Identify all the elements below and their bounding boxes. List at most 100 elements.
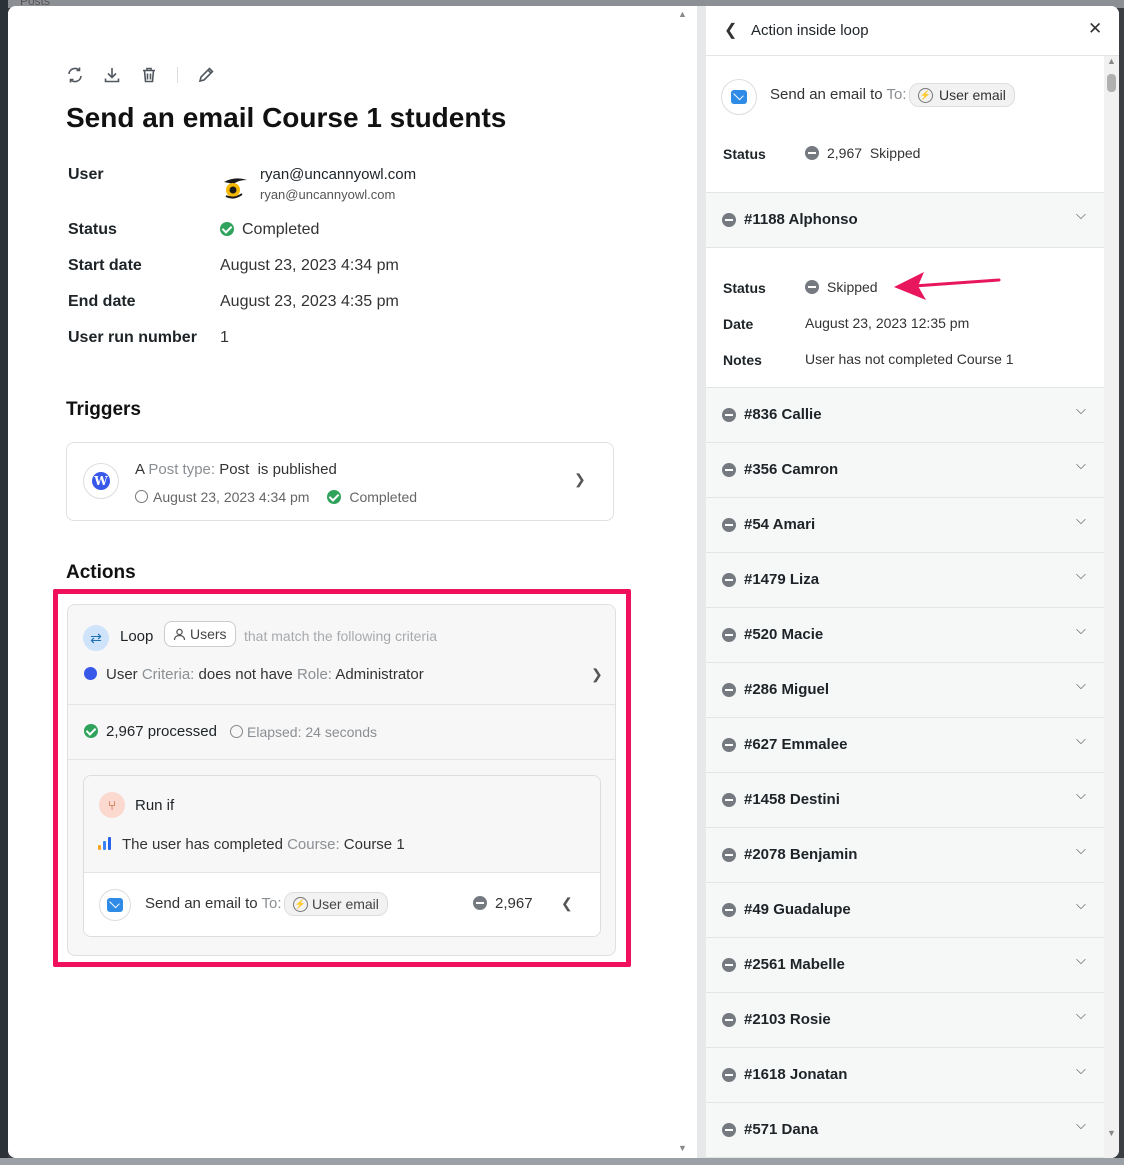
chevron-down-icon[interactable]: ⌵ xyxy=(1076,512,1086,528)
list-item[interactable]: #520 Macie ⌵ xyxy=(706,608,1104,663)
trigger-a: A xyxy=(135,461,145,478)
item-name: #2103 Rosie xyxy=(744,1011,831,1028)
email-icon xyxy=(107,898,123,912)
trash-icon[interactable] xyxy=(140,66,158,84)
chevron-down-icon[interactable]: ⌵ xyxy=(1076,1062,1086,1078)
scroll-thumb[interactable] xyxy=(1107,74,1116,92)
status-label: Status xyxy=(68,221,117,238)
item-name: #286 Miguel xyxy=(744,681,830,698)
run-details-pane: Send an email Course 1 students User rya… xyxy=(8,6,691,1158)
trigger-post-type-value: Post xyxy=(219,461,250,478)
loop-pill-label: Users xyxy=(190,626,227,642)
list-item-expanded[interactable]: #1188 Alphonso ⌵ xyxy=(706,193,1104,248)
list-item[interactable]: #356 Camron ⌵ xyxy=(706,443,1104,498)
panel-title: Action inside loop xyxy=(751,22,869,39)
chevron-down-icon[interactable]: ⌵ xyxy=(1076,787,1086,803)
back-chevron-icon[interactable]: ❮ xyxy=(724,20,737,40)
chevron-down-icon[interactable]: ⌵ xyxy=(1076,1007,1086,1023)
list-item[interactable]: #2103 Rosie ⌵ xyxy=(706,993,1104,1048)
chevron-down-icon[interactable]: ⌵ xyxy=(1076,402,1086,418)
detail-notes-label: Notes xyxy=(723,352,762,368)
list-item[interactable]: #49 Guadalupe ⌵ xyxy=(706,883,1104,938)
chevron-down-icon[interactable]: ⌵ xyxy=(1076,897,1086,913)
item-name: #2078 Benjamin xyxy=(744,846,858,863)
chevron-down-icon[interactable]: ⌵ xyxy=(1076,622,1086,638)
run-if-condition: The user has completed Course: Course 1 xyxy=(98,836,405,853)
check-circle-icon xyxy=(84,724,98,738)
loop-icon: ⇄ xyxy=(83,625,109,651)
list-item[interactable]: #2078 Benjamin ⌵ xyxy=(706,828,1104,883)
panel-send-to: To: xyxy=(886,86,907,103)
chevron-down-icon[interactable]: ⌵ xyxy=(1076,952,1086,968)
skipped-icon xyxy=(805,146,819,160)
edit-icon[interactable] xyxy=(197,66,215,84)
run-number-label: User run number xyxy=(68,329,197,346)
chevron-down-icon[interactable]: ⌵ xyxy=(1076,677,1086,693)
loop-label: Loop xyxy=(120,628,154,645)
scroll-down-icon[interactable]: ▼ xyxy=(678,1143,687,1153)
loop-header[interactable]: ⇄ Loop Users that match the following cr… xyxy=(68,605,615,705)
chevron-down-icon[interactable]: ⌵ xyxy=(1076,457,1086,473)
chevron-down-icon[interactable]: ⌵ xyxy=(1076,1117,1086,1133)
list-item[interactable]: #1458 Destini ⌵ xyxy=(706,773,1104,828)
item-name: #54 Amari xyxy=(744,516,816,533)
chevron-down-icon[interactable]: ⌵ xyxy=(1076,842,1086,858)
skipped-icon xyxy=(722,1123,736,1137)
background-page-bottom xyxy=(0,1158,1124,1165)
skipped-icon xyxy=(473,896,487,910)
chevron-down-icon[interactable]: ⌵ xyxy=(1076,567,1086,583)
trigger-status: Completed xyxy=(349,489,418,505)
chevron-down-icon[interactable]: ⌵ xyxy=(1076,732,1086,748)
list-item[interactable]: #836 Callie ⌵ xyxy=(706,388,1104,443)
user-email: ryan@uncannyowl.com xyxy=(260,187,396,202)
list-item[interactable]: #627 Emmalee ⌵ xyxy=(706,718,1104,773)
panel-summary: Send an email to To: ⚡ User email Status … xyxy=(706,56,1104,193)
send-email-action-row[interactable]: Send an email to To: ⚡ User email 2,967 … xyxy=(84,873,600,936)
trigger-card[interactable]: W A Post type: Post is published August … xyxy=(66,442,614,521)
chevron-right-icon[interactable]: ❯ xyxy=(591,666,603,683)
chevron-right-icon[interactable]: ❯ xyxy=(574,471,586,488)
scroll-up-icon[interactable]: ▲ xyxy=(1107,56,1116,66)
list-item[interactable]: #2561 Mabelle ⌵ xyxy=(706,938,1104,993)
skipped-icon xyxy=(722,738,736,752)
item-name: #627 Emmalee xyxy=(744,736,848,753)
list-item[interactable]: #54 Amari ⌵ xyxy=(706,498,1104,553)
download-icon[interactable] xyxy=(103,66,121,84)
left-scrollbar[interactable]: ▲ ▼ xyxy=(678,6,692,1158)
criteria-text: does not have xyxy=(198,666,293,683)
pane-divider[interactable] xyxy=(697,6,706,1158)
skipped-icon xyxy=(722,213,736,227)
user-email-token: ⚡ User email xyxy=(284,892,388,916)
condition-text: The user has completed xyxy=(122,836,283,853)
detail-notes-value: User has not completed Course 1 xyxy=(805,351,1014,367)
panel-scrollbar[interactable]: ▲ ▼ xyxy=(1104,56,1119,1158)
detail-date-value: August 23, 2023 12:35 pm xyxy=(805,315,970,331)
item-name: #836 Callie xyxy=(744,406,822,423)
scroll-up-icon[interactable]: ▲ xyxy=(678,9,687,19)
detail-status-text: Skipped xyxy=(827,279,878,295)
user-icon xyxy=(173,628,186,640)
email-icon-wrap xyxy=(99,889,131,921)
actions-heading: Actions xyxy=(66,562,136,583)
user-name[interactable]: ryan@uncannyowl.com xyxy=(260,166,416,183)
skipped-icon xyxy=(722,903,736,917)
panel-status-count: 2,967 xyxy=(827,145,863,161)
item-name: #49 Guadalupe xyxy=(744,901,851,918)
list-item[interactable]: #1618 Jonatan ⌵ xyxy=(706,1048,1104,1103)
chevron-down-icon[interactable]: ⌵ xyxy=(1076,207,1086,223)
close-icon[interactable]: ✕ xyxy=(1088,19,1102,39)
panel-send-text: Send an email to To: xyxy=(770,86,907,103)
user-label: User xyxy=(68,166,104,183)
list-item[interactable]: #571 Dana ⌵ xyxy=(706,1103,1104,1158)
trigger-sentence: A Post type: Post is published xyxy=(135,461,337,478)
list-item[interactable]: #1479 Liza ⌵ xyxy=(706,553,1104,608)
scroll-down-icon[interactable]: ▼ xyxy=(1107,1128,1116,1138)
page-title: Send an email Course 1 students xyxy=(66,102,507,133)
status-badge: Completed xyxy=(220,221,319,239)
chevron-left-icon[interactable]: ❮ xyxy=(561,895,573,912)
send-count: 2,967 xyxy=(473,895,533,912)
status-value: Completed xyxy=(242,221,320,238)
list-item[interactable]: #286 Miguel ⌵ xyxy=(706,663,1104,718)
refresh-icon[interactable] xyxy=(66,66,84,84)
item-name: #1458 Destini xyxy=(744,791,840,808)
